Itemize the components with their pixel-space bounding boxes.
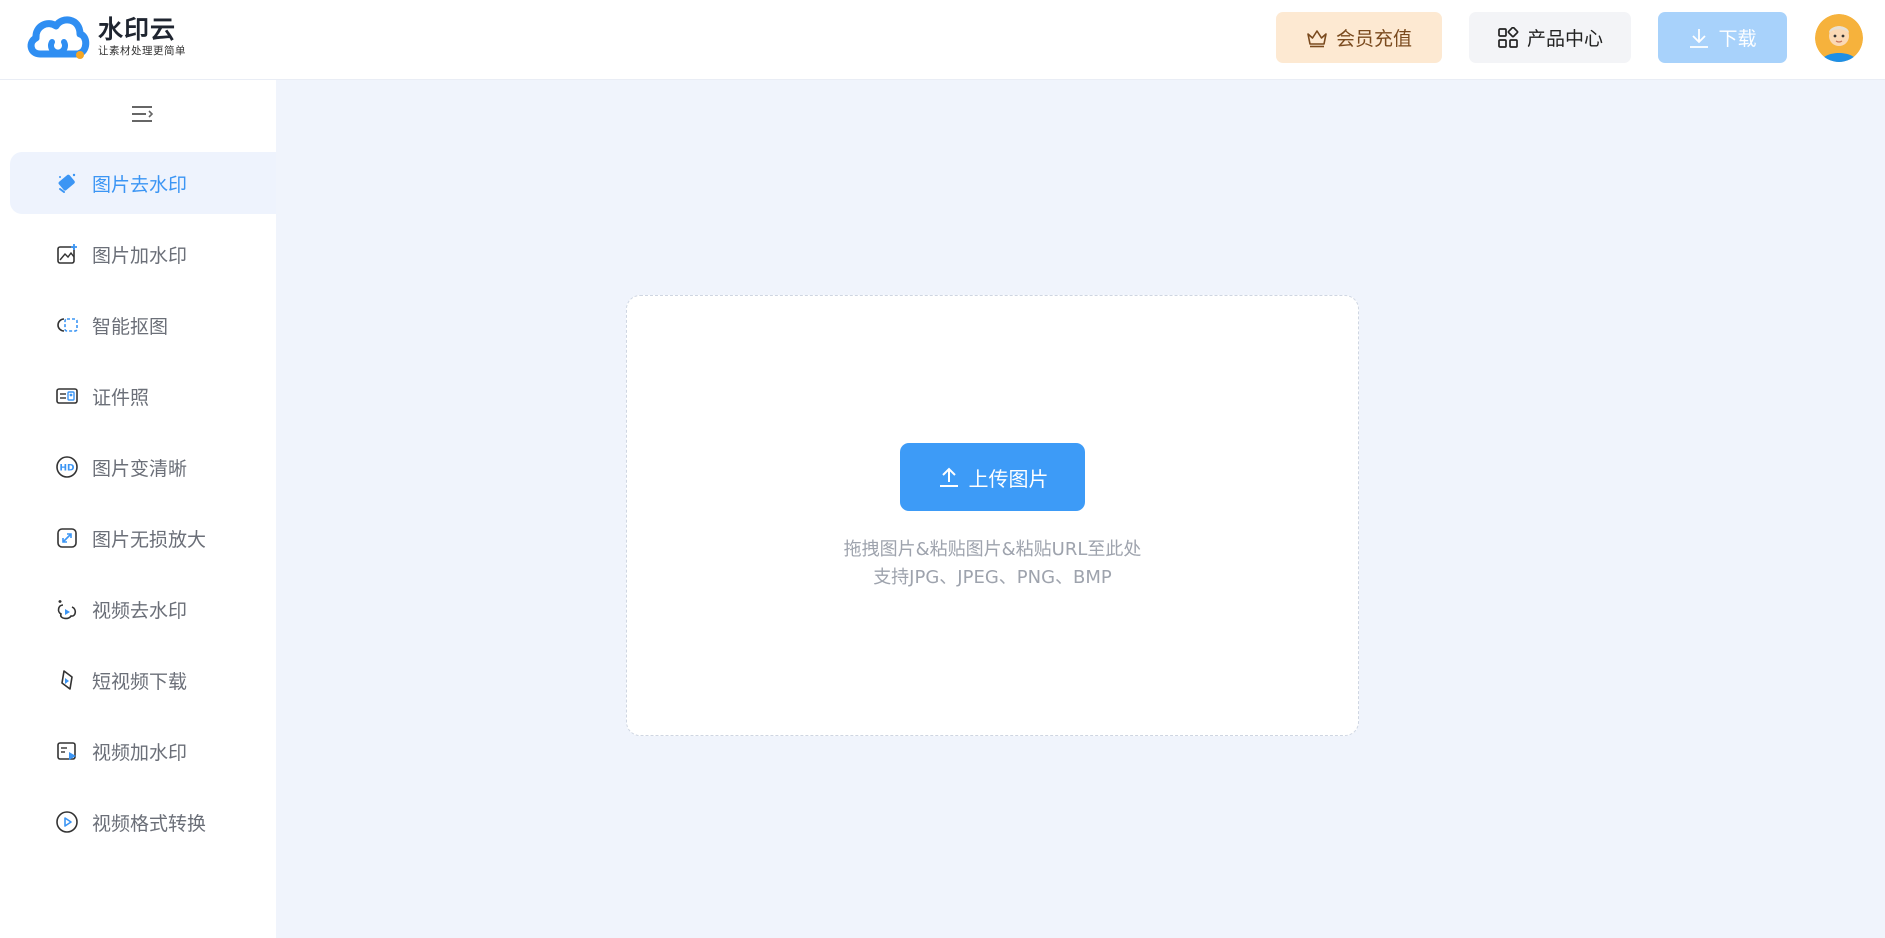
sidebar-item-short-video-download[interactable]: 短视频下载 xyxy=(10,649,276,711)
upload-image-label: 上传图片 xyxy=(968,466,1049,491)
svg-text:HD: HD xyxy=(59,464,74,474)
cutout-icon xyxy=(54,312,80,338)
sidebar-item-video-remove-watermark[interactable]: 视频去水印 xyxy=(10,578,276,640)
apps-grid-icon xyxy=(1497,26,1519,49)
sidebar-item-label: 视频格式转换 xyxy=(92,812,207,835)
image-add-icon xyxy=(54,241,80,267)
upload-image-button[interactable]: 上传图片 xyxy=(900,443,1085,511)
brand-name: 水印云 xyxy=(98,15,177,44)
sidebar-item-video-format-convert[interactable]: 视频格式转换 xyxy=(10,791,276,853)
sidebar-item-smart-cutout[interactable]: 智能抠图 xyxy=(10,294,276,356)
sidebar-item-label: 图片变清晰 xyxy=(92,457,188,480)
sidebar-item-label: 证件照 xyxy=(92,386,150,409)
sidebar-item-label: 短视频下载 xyxy=(92,670,188,693)
cloud-logo-icon xyxy=(27,16,90,59)
crown-icon xyxy=(1306,28,1328,48)
product-center-label: 产品中心 xyxy=(1526,28,1603,50)
sidebar-item-image-add-watermark[interactable]: 图片加水印 xyxy=(10,223,276,285)
sidebar-item-video-add-watermark[interactable]: 视频加水印 xyxy=(10,720,276,782)
video-erase-icon xyxy=(54,596,80,622)
id-card-icon xyxy=(54,383,80,409)
download-button[interactable]: 下载 xyxy=(1658,12,1787,63)
sidebar-item-label: 视频加水印 xyxy=(92,741,188,764)
brand-slogan: 让素材处理更简单 xyxy=(98,45,186,57)
drop-hint-text: 拖拽图片&粘贴图片&粘贴URL至此处 xyxy=(843,539,1142,560)
hd-icon: HD xyxy=(54,454,80,480)
eraser-icon xyxy=(54,170,80,196)
user-avatar[interactable] xyxy=(1815,14,1863,62)
sidebar-menu: 图片去水印 图片加水印 智能抠图 证件照 HD 图片变清晰 图片无损放大 视频去… xyxy=(10,152,276,862)
sidebar-item-image-remove-watermark[interactable]: 图片去水印 xyxy=(10,152,276,214)
sidebar-item-id-photo[interactable]: 证件照 xyxy=(10,365,276,427)
sidebar-item-label: 图片加水印 xyxy=(92,244,188,267)
upload-icon xyxy=(937,465,961,489)
vip-recharge-label: 会员充值 xyxy=(1335,28,1412,50)
vip-recharge-button[interactable]: 会员充值 xyxy=(1276,12,1442,63)
video-convert-icon xyxy=(54,809,80,835)
enlarge-icon xyxy=(54,525,80,551)
video-watermark-icon xyxy=(54,738,80,764)
sidebar-item-label: 图片去水印 xyxy=(92,173,188,196)
top-header: 水印云 让素材处理更简单 会员充值 产品中心 下载 xyxy=(0,0,1885,80)
download-icon xyxy=(1688,27,1710,49)
sidebar-item-label: 视频去水印 xyxy=(92,599,188,622)
sidebar-item-label: 智能抠图 xyxy=(92,315,169,338)
supported-formats-text: 支持JPG、JPEG、PNG、BMP xyxy=(873,567,1112,588)
sidebar-item-label: 图片无损放大 xyxy=(92,528,207,551)
upload-dropzone[interactable]: 上传图片 拖拽图片&粘贴图片&粘贴URL至此处 支持JPG、JPEG、PNG、B… xyxy=(626,295,1359,736)
sidebar-item-image-enlarge[interactable]: 图片无损放大 xyxy=(10,507,276,569)
short-video-download-icon xyxy=(54,667,80,693)
sidebar-item-image-sharpen[interactable]: HD 图片变清晰 xyxy=(10,436,276,498)
product-center-button[interactable]: 产品中心 xyxy=(1469,12,1631,63)
sidebar: 图片去水印 图片加水印 智能抠图 证件照 HD 图片变清晰 图片无损放大 视频去… xyxy=(0,80,276,938)
menu-collapse-icon[interactable] xyxy=(130,102,154,126)
brand-logo[interactable]: 水印云 让素材处理更简单 xyxy=(26,12,186,62)
download-label: 下载 xyxy=(1718,28,1757,50)
